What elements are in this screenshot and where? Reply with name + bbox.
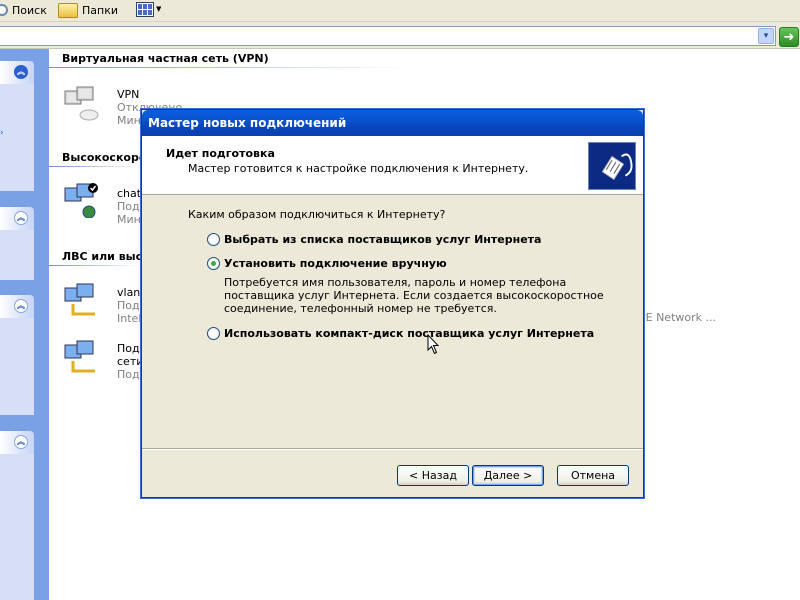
- folders-button[interactable]: Папки: [58, 0, 118, 20]
- group-divider: [49, 265, 139, 266]
- question-text: Каким образом подключиться к Интернету?: [188, 208, 446, 221]
- task-panel-body-2: [0, 230, 34, 280]
- dialog-title[interactable]: Мастер новых подключений: [142, 110, 643, 136]
- option-cd-radio[interactable]: [207, 327, 220, 340]
- group-title-vpn: Виртуальная частная сеть (VPN): [62, 52, 269, 65]
- connection-device: Intel: [117, 312, 142, 325]
- lan-connection-icon: [64, 340, 95, 373]
- network-cable-icon: [588, 142, 636, 190]
- address-input[interactable]: ▾: [0, 26, 776, 46]
- banner-subtitle: Мастер готовится к настройке подключения…: [188, 162, 529, 175]
- collapse-icon[interactable]: ︽: [14, 435, 28, 449]
- group-divider: [49, 67, 409, 68]
- task-panel-header-3[interactable]: ︽: [0, 295, 34, 318]
- connection-name-line2: сети: [117, 355, 144, 368]
- task-panel-header-2[interactable]: ︽: [0, 207, 34, 230]
- search-label: Поиск: [12, 3, 47, 17]
- chevron-down-icon: ▼: [156, 5, 162, 13]
- address-bar-row: ▾ ➜: [0, 22, 800, 49]
- arrow-icon: ›: [0, 128, 4, 138]
- folder-icon: [58, 2, 78, 18]
- banner-title: Идет подготовка: [166, 147, 275, 160]
- lan-connection-icon: [64, 283, 95, 316]
- connection-device: Мин: [117, 114, 141, 127]
- mouse-cursor-icon: [427, 334, 440, 355]
- connection-name: VPN: [117, 88, 140, 101]
- collapse-icon[interactable]: ︽: [14, 65, 28, 79]
- connection-device-pe: PE Network ...: [639, 311, 716, 324]
- new-connection-wizard-dialog: Мастер новых подключений Идет подготовка…: [141, 109, 644, 498]
- address-dropdown-button[interactable]: ▾: [758, 28, 774, 44]
- search-icon: [0, 4, 8, 16]
- folders-label: Папки: [82, 3, 118, 17]
- cancel-button[interactable]: Отмена: [557, 465, 629, 486]
- next-button[interactable]: Далее >: [472, 465, 544, 486]
- option-cd-label[interactable]: Использовать компакт-диск поставщика усл…: [224, 327, 594, 340]
- collapse-icon[interactable]: ︽: [14, 211, 28, 225]
- option-manual-label[interactable]: Установить подключение вручную: [224, 257, 447, 270]
- task-pane: ︽ › ︽ ︽ ︽: [0, 49, 49, 600]
- go-button[interactable]: ➜: [779, 27, 799, 47]
- group-divider: [49, 166, 139, 167]
- views-button[interactable]: ▼: [136, 0, 164, 18]
- task-panel-header-1[interactable]: ︽: [0, 61, 34, 84]
- collapse-icon[interactable]: ︽: [14, 299, 28, 313]
- task-panel-body-4: [0, 454, 34, 600]
- task-panel-body-1: ›: [0, 84, 34, 191]
- vpn-connection-icon: [64, 86, 99, 121]
- option-manual-description: Потребуется имя пользователя, пароль и н…: [224, 276, 604, 315]
- toolbar: Поиск Папки ▼: [0, 0, 800, 22]
- divider: [142, 448, 643, 450]
- views-icon: [136, 1, 154, 17]
- group-title-lan: ЛВС или высо: [62, 250, 150, 263]
- broadband-connection-icon: [64, 183, 98, 218]
- back-button[interactable]: < Назад: [397, 465, 469, 486]
- wizard-banner: Идет подготовка Мастер готовится к настр…: [142, 136, 643, 195]
- option-isp-list-label[interactable]: Выбрать из списка поставщиков услуг Инте…: [224, 233, 541, 246]
- option-isp-list-radio[interactable]: [207, 233, 220, 246]
- task-panel-body-3: [0, 318, 34, 415]
- task-panel-header-4[interactable]: ︽: [0, 431, 34, 454]
- connection-device: Мин: [117, 213, 141, 226]
- search-button[interactable]: Поиск: [0, 0, 47, 20]
- connection-name: chat: [117, 187, 142, 200]
- group-title-broadband: Высокоскоро: [62, 151, 147, 164]
- option-manual-radio[interactable]: [207, 257, 220, 270]
